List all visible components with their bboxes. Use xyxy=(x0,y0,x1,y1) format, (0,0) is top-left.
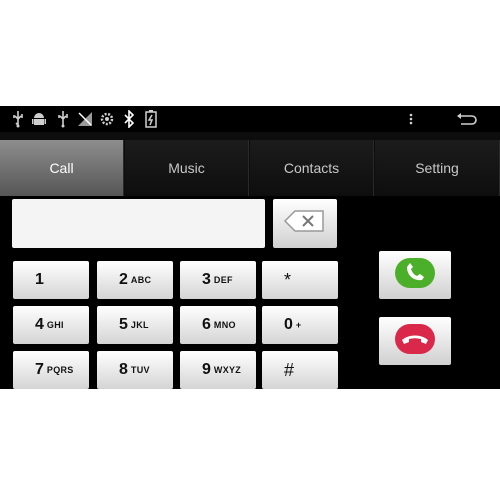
battery-icon xyxy=(143,110,159,128)
no-signal-icon xyxy=(77,110,93,128)
key-3[interactable]: 3 DEF xyxy=(180,261,256,299)
back-arrow-icon[interactable] xyxy=(455,110,477,128)
key-letters: WXYZ xyxy=(213,365,242,375)
key-letters: PQRS xyxy=(46,365,74,375)
tab-setting-label: Setting xyxy=(415,160,459,176)
phone-answer-icon xyxy=(393,256,437,295)
key-digit: 6 xyxy=(202,316,211,333)
key-5[interactable]: 5 JKL xyxy=(97,306,173,344)
status-bar xyxy=(0,106,500,132)
key-digit: 2 xyxy=(119,271,128,288)
tab-contacts[interactable]: Contacts xyxy=(250,140,374,196)
tab-call[interactable]: Call xyxy=(0,140,124,196)
end-call-button[interactable] xyxy=(379,317,451,365)
bluetooth-icon xyxy=(121,109,137,129)
key-letters: + xyxy=(295,320,302,330)
android-debug-icon xyxy=(31,110,47,128)
tab-setting[interactable]: Setting xyxy=(375,140,500,196)
phone-hangup-icon xyxy=(393,322,437,361)
tab-music[interactable]: Music xyxy=(125,140,249,196)
key-2[interactable]: 2 ABC xyxy=(97,261,173,299)
key-digit: 7 xyxy=(35,361,44,378)
key-letters: DEF xyxy=(213,275,233,285)
key-digit: 3 xyxy=(202,271,211,288)
key-digit: 9 xyxy=(202,361,211,378)
overflow-menu-icon[interactable] xyxy=(403,110,419,128)
car-dialer-screen: Call Music Contacts Setting 1 2 ABC 3 DEF … xyxy=(0,106,500,389)
backspace-button[interactable] xyxy=(273,199,337,248)
answer-call-button[interactable] xyxy=(379,251,451,299)
number-input[interactable] xyxy=(12,199,265,248)
tab-call-label: Call xyxy=(49,160,74,176)
key-star[interactable]: * xyxy=(262,261,338,299)
key-digit: # xyxy=(284,359,295,380)
key-digit: 8 xyxy=(119,361,128,378)
tab-music-label: Music xyxy=(168,160,205,176)
usb-icon xyxy=(55,110,71,128)
key-letters: TUV xyxy=(130,365,150,375)
key-letters: MNO xyxy=(213,320,236,330)
usb-icon xyxy=(10,110,26,128)
backspace-icon xyxy=(283,208,327,239)
key-digit: 0 xyxy=(284,316,293,333)
key-6[interactable]: 6 MNO xyxy=(180,306,256,344)
key-0[interactable]: 0 + xyxy=(262,306,338,344)
key-7[interactable]: 7 PQRS xyxy=(13,351,89,389)
key-digit: * xyxy=(284,269,292,290)
key-hash[interactable]: # xyxy=(262,351,338,389)
key-digit: 4 xyxy=(35,316,44,333)
tab-bar: Call Music Contacts Setting xyxy=(0,132,500,196)
key-digit: 1 xyxy=(35,271,44,288)
key-letters: GHI xyxy=(46,320,64,330)
key-letters: JKL xyxy=(130,320,149,330)
key-8[interactable]: 8 TUV xyxy=(97,351,173,389)
key-9[interactable]: 9 WXYZ xyxy=(180,351,256,389)
tab-contacts-label: Contacts xyxy=(283,160,340,176)
key-1[interactable]: 1 xyxy=(13,261,89,299)
key-4[interactable]: 4 GHI xyxy=(13,306,89,344)
settings-gear-icon xyxy=(99,110,115,128)
key-digit: 5 xyxy=(119,316,128,333)
key-letters: ABC xyxy=(130,275,152,285)
